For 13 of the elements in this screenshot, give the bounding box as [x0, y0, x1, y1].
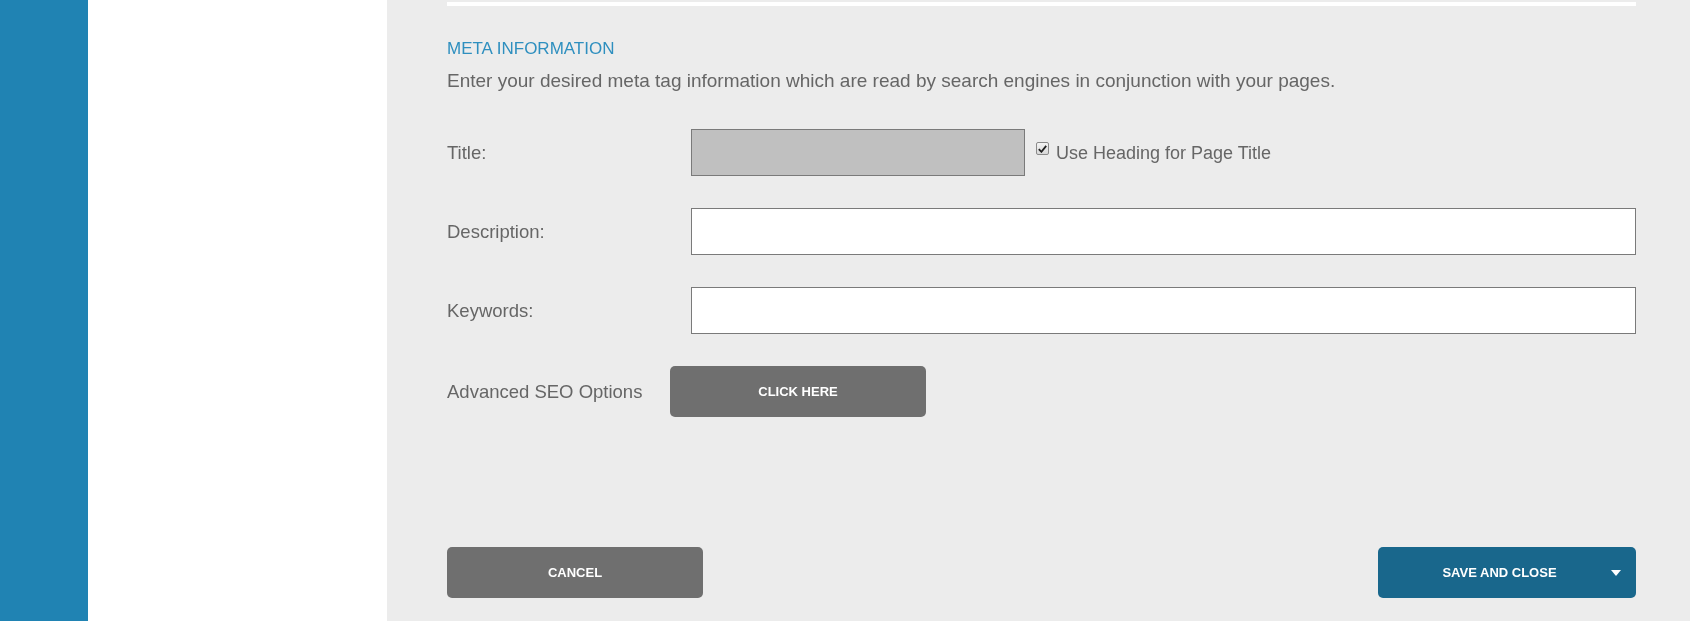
checkmark-icon	[1038, 144, 1047, 153]
caret-icon	[1611, 569, 1621, 576]
section-description: Enter your desired meta tag information which are read by search engines in conjunction with your pages.	[447, 70, 1337, 92]
field-label: Description:	[447, 220, 546, 243]
save-and-close-button[interactable]: SAVE AND CLOSE	[1378, 547, 1636, 598]
field-label: Keywords:	[447, 299, 535, 322]
field-label: Title:	[447, 141, 488, 164]
cancel-button[interactable]: CANCEL	[447, 547, 703, 598]
advanced-seo-label: Advanced SEO Options	[447, 380, 644, 403]
section-heading: META INFORMATION	[447, 39, 616, 59]
click-here-button[interactable]: CLICK HERE	[670, 366, 926, 417]
input-field[interactable]	[691, 287, 1636, 334]
input-field[interactable]	[691, 208, 1636, 255]
